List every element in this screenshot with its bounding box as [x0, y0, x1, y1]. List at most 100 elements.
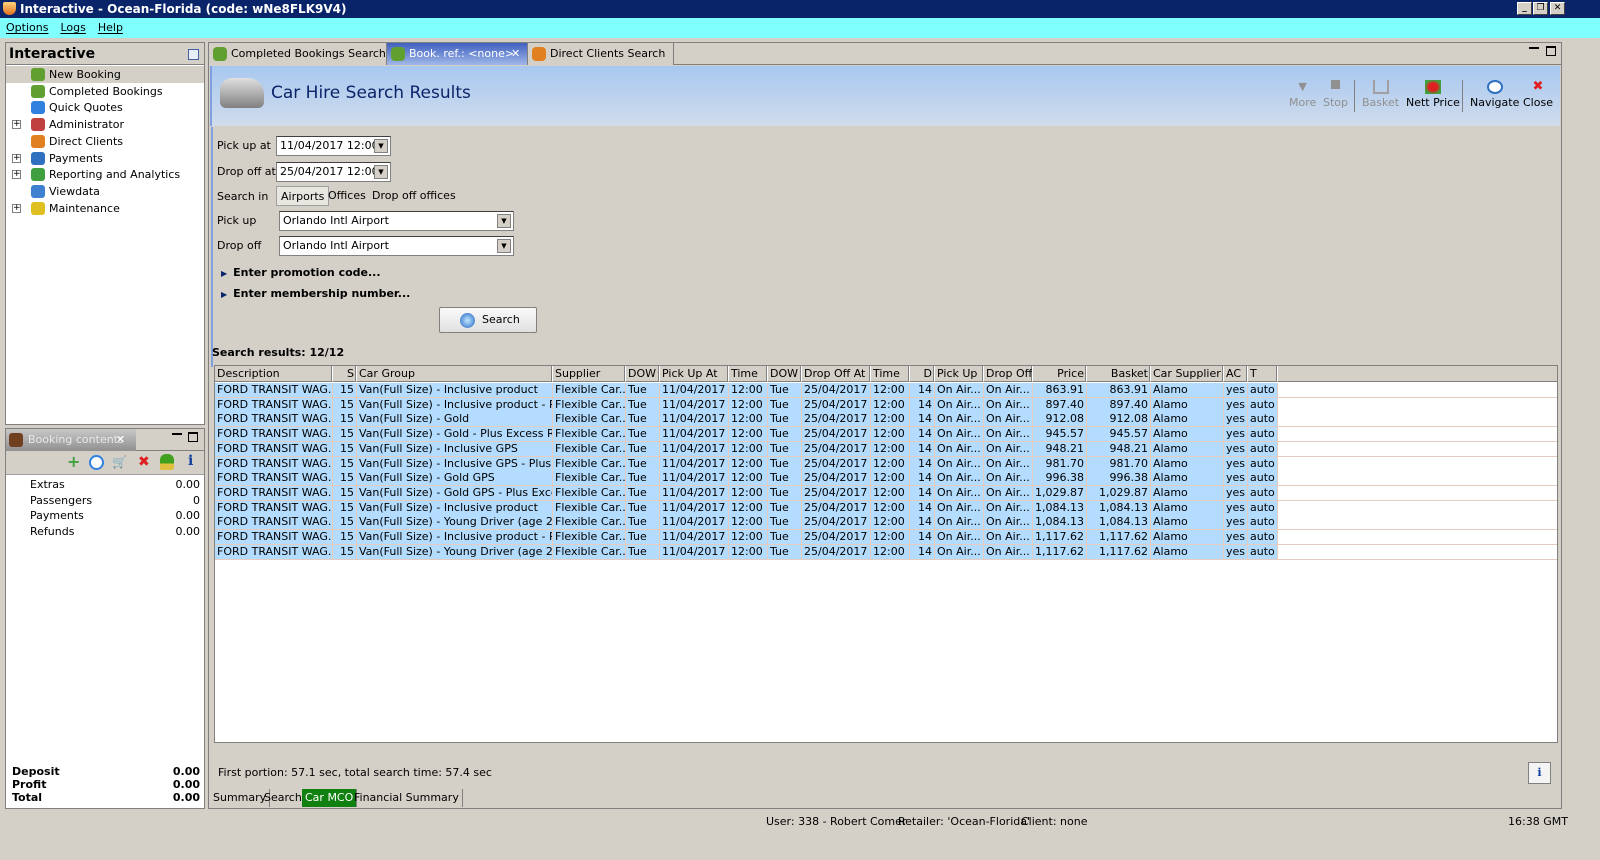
table-cell: Alamo	[1151, 397, 1224, 413]
info-button[interactable]: i	[1528, 762, 1551, 784]
column-header-d[interactable]: D	[910, 366, 935, 382]
menu-help[interactable]: Help	[98, 21, 123, 34]
booking-contents-tab[interactable]: Booking contents ✕	[6, 429, 136, 451]
bottom-tab-car-mco[interactable]: Car MCO	[302, 789, 358, 807]
column-header-time[interactable]: Time	[871, 366, 910, 382]
search-button[interactable]: Search	[439, 307, 537, 333]
delete-icon[interactable]: ✖	[138, 454, 150, 470]
chevron-down-icon[interactable]: ▼	[374, 165, 388, 179]
minimize-icon[interactable]	[172, 433, 182, 435]
clock-icon[interactable]	[89, 455, 104, 470]
table-row[interactable]: FORD TRANSIT WAG... 15 Van(Full Size) - Go…	[215, 471, 1557, 487]
sidebar-item-reporting-and-analytics[interactable]: + Reporting and Analytics	[6, 166, 204, 183]
info-icon[interactable]: i	[188, 453, 193, 469]
tab-direct-clients-search[interactable]: Direct Clients Search	[528, 43, 674, 65]
sidebar-item-quick-quotes[interactable]: Quick Quotes	[6, 99, 204, 116]
sidebar-item-viewdata[interactable]: Viewdata	[6, 183, 204, 200]
column-header-basket[interactable]: Basket	[1087, 366, 1151, 382]
dropoff-location-select[interactable]: Orlando Intl Airport ▼	[279, 236, 514, 256]
table-cell: 1,084.13	[1033, 500, 1087, 516]
add-icon[interactable]: +	[67, 454, 80, 470]
table-cell: auto	[1248, 544, 1278, 560]
column-header-s[interactable]: S	[333, 366, 357, 382]
cart-transfer-icon[interactable]: 🛒	[112, 455, 127, 469]
minimize-icon[interactable]	[1529, 47, 1539, 49]
column-header-t[interactable]: T	[1248, 366, 1278, 382]
search-in-dropoff-offices[interactable]: Drop off offices	[368, 186, 460, 206]
table-cell: On Air...	[935, 471, 984, 487]
column-header-dow[interactable]: DOW	[626, 366, 660, 382]
sidebar-item-new-booking[interactable]: New Booking	[6, 66, 204, 83]
bottom-tab-financial-summary[interactable]: Financial Summary	[351, 789, 463, 807]
table-row[interactable]: FORD TRANSIT WAG... 15 Van(Full Size) - Yo…	[215, 515, 1557, 531]
column-header-car-group[interactable]: Car Group	[357, 366, 553, 382]
chevron-down-icon[interactable]: ▼	[497, 214, 511, 228]
sidebar-item-administrator[interactable]: + Administrator	[6, 116, 204, 133]
table-row[interactable]: FORD TRANSIT WAG... 15 Van(Full Size) - Yo…	[215, 544, 1557, 560]
maximize-icon[interactable]	[1546, 46, 1556, 56]
close-tab-icon[interactable]: ✕	[116, 429, 125, 451]
close-tab-icon[interactable]: ✕	[511, 43, 520, 65]
expand-icon[interactable]: +	[12, 203, 21, 213]
maximize-icon[interactable]	[188, 432, 198, 442]
column-header-time[interactable]: Time	[729, 366, 768, 382]
column-header-pick-up[interactable]: Pick Up	[935, 366, 984, 382]
minimize-panel-button[interactable]	[188, 49, 199, 60]
sidebar-item-completed-bookings[interactable]: Completed Bookings	[6, 83, 204, 100]
basket-button[interactable]: Basket	[1362, 80, 1399, 109]
booking-content-row: Passengers 0	[30, 493, 200, 509]
minimize-button[interactable]: _	[1517, 2, 1532, 15]
tab-booking[interactable]: Book. ref.: <none> ✕	[387, 43, 528, 65]
dropoff-at-label: Drop off at	[217, 165, 276, 178]
page-header: Car Hire Search Results ▼ More Stop Baske…	[210, 66, 1560, 126]
pickup-location-select[interactable]: Orlando Intl Airport ▼	[279, 211, 514, 231]
table-row[interactable]: FORD TRANSIT WAG... 15 Van(Full Size) - Go…	[215, 427, 1557, 443]
tab-completed-bookings-search[interactable]: Completed Bookings Search	[209, 43, 387, 65]
pickup-at-field[interactable]: 11/04/2017 12:00 ▼	[276, 136, 391, 156]
column-header-dow[interactable]: DOW	[768, 366, 802, 382]
column-header-drop-off-at[interactable]: Drop Off At	[802, 366, 871, 382]
chevron-down-icon[interactable]: ▼	[374, 139, 388, 153]
membership-number-expander[interactable]: ▶ Enter membership number...	[221, 286, 410, 302]
table-row[interactable]: FORD TRANSIT WAG... 15 Van(Full Size) - In…	[215, 530, 1557, 545]
table-cell: Flexible Car...	[553, 544, 626, 560]
table-row[interactable]: FORD TRANSIT WAG... 15 Van(Full Size) - In…	[215, 441, 1557, 457]
expand-icon[interactable]: +	[12, 153, 21, 163]
menu-logs[interactable]: Logs	[60, 21, 85, 34]
palm-tree-icon[interactable]	[160, 454, 174, 470]
column-header-description[interactable]: Description	[215, 366, 333, 382]
promotion-code-expander[interactable]: ▶ Enter promotion code...	[221, 265, 381, 281]
expand-icon[interactable]: +	[12, 170, 21, 180]
table-row[interactable]: FORD TRANSIT WAG... 15 Van(Full Size) - In…	[215, 397, 1557, 413]
search-in-airports[interactable]: Airports	[276, 186, 330, 206]
column-header-car-supplier[interactable]: Car Supplier	[1151, 366, 1224, 382]
sidebar-item-direct-clients[interactable]: Direct Clients	[6, 133, 204, 150]
stop-button[interactable]: Stop	[1323, 80, 1348, 109]
nett-price-button[interactable]: Nett Price	[1406, 80, 1460, 109]
table-row[interactable]: FORD TRANSIT WAG... 15 Van(Full Size) - In…	[215, 383, 1557, 398]
sidebar-item-maintenance[interactable]: + Maintenance	[6, 200, 204, 217]
chevron-down-icon[interactable]: ▼	[497, 239, 511, 253]
more-button[interactable]: ▼ More	[1289, 80, 1316, 109]
table-row[interactable]: FORD TRANSIT WAG... 15 Van(Full Size) - Go…	[215, 412, 1557, 428]
navigate-button[interactable]: Navigate	[1470, 80, 1519, 109]
table-row[interactable]: FORD TRANSIT WAG... 15 Van(Full Size) - Go…	[215, 485, 1557, 501]
table-row[interactable]: FORD TRANSIT WAG... 15 Van(Full Size) - In…	[215, 500, 1557, 516]
table-cell: 1,117.62	[1033, 530, 1087, 545]
restore-button[interactable]: ❐	[1533, 2, 1548, 15]
table-row[interactable]: FORD TRANSIT WAG... 15 Van(Full Size) - In…	[215, 456, 1557, 472]
close-window-button[interactable]: ✕	[1550, 2, 1565, 15]
search-in-offices[interactable]: Offices	[324, 186, 370, 206]
menu-options[interactable]: Options	[6, 21, 48, 34]
close-button[interactable]: ✖ Close	[1523, 80, 1553, 110]
expand-icon[interactable]: +	[12, 120, 21, 130]
dropoff-at-field[interactable]: 25/04/2017 12:00 ▼	[276, 162, 391, 182]
column-header-price[interactable]: Price	[1033, 366, 1087, 382]
client-person-icon	[31, 134, 45, 148]
column-header-ac[interactable]: AC	[1224, 366, 1248, 382]
bottom-tab-search[interactable]: Search	[261, 789, 306, 807]
column-header-drop-off[interactable]: Drop Off	[984, 366, 1033, 382]
sidebar-item-payments[interactable]: + Payments	[6, 150, 204, 167]
column-header-pick-up-at[interactable]: Pick Up At	[660, 366, 729, 382]
column-header-supplier[interactable]: Supplier	[553, 366, 626, 382]
